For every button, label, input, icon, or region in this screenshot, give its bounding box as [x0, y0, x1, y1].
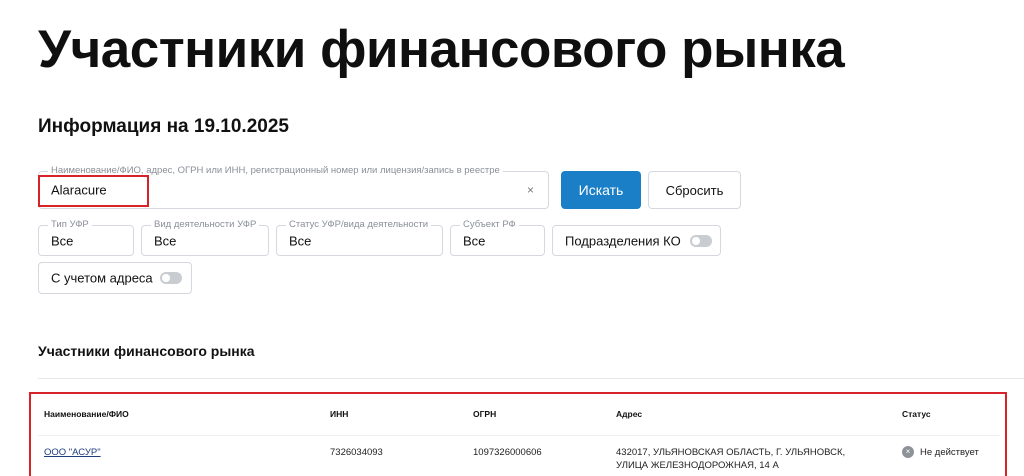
- toggle-subdivisions[interactable]: Подразделения КО: [552, 225, 721, 256]
- filter-status-value: Все: [289, 233, 312, 248]
- filter-status-legend: Статус УФР/вида деятельности: [286, 218, 432, 232]
- filter-activity-type-legend: Вид деятельности УФР: [151, 218, 260, 232]
- toggle-switch[interactable]: [160, 272, 182, 284]
- filter-ufr-type-legend: Тип УФР: [48, 218, 92, 232]
- status-inactive-icon: ×: [902, 446, 914, 458]
- result-ogrn: 1097326000606: [473, 447, 542, 458]
- column-header-inn[interactable]: ИНН: [330, 409, 348, 419]
- reset-button[interactable]: Сбросить: [648, 171, 741, 209]
- column-header-name[interactable]: Наименование/ФИО: [44, 409, 129, 419]
- filter-activity-type[interactable]: Вид деятельности УФР Все: [141, 218, 269, 256]
- search-button[interactable]: Искать: [561, 171, 641, 209]
- table-row-divider: [38, 435, 1000, 436]
- filter-activity-type-value: Все: [154, 233, 177, 248]
- result-status: Не действует: [920, 447, 979, 458]
- filter-region-legend: Субъект РФ: [460, 218, 519, 232]
- search-input-legend: Наименование/ФИО, адрес, ОГРН или ИНН, р…: [48, 164, 503, 178]
- result-name-link[interactable]: ООО "АСУР": [44, 446, 101, 460]
- results-section-title: Участники финансового рынка: [38, 343, 255, 359]
- column-header-status[interactable]: Статус: [902, 409, 931, 419]
- result-address-line2: УЛИЦА ЖЕЛЕЗНОДОРОЖНАЯ, 14 А: [616, 460, 779, 471]
- clear-icon[interactable]: ×: [527, 183, 534, 197]
- results-table: [29, 392, 1007, 476]
- result-address-line1: 432017, УЛЬЯНОВСКАЯ ОБЛАСТЬ, Г. УЛЬЯНОВС…: [616, 447, 846, 458]
- column-header-ogrn[interactable]: ОГРН: [473, 409, 496, 419]
- section-divider: [38, 378, 1024, 379]
- toggle-subdivisions-label: Подразделения КО: [565, 233, 681, 248]
- column-header-address[interactable]: Адрес: [616, 409, 642, 419]
- toggle-with-address-label: С учетом адреса: [51, 270, 153, 286]
- filter-status[interactable]: Статус УФР/вида деятельности Все: [276, 218, 443, 256]
- filter-ufr-type-value: Все: [51, 233, 74, 248]
- page-title: Участники финансового рынка: [38, 20, 845, 79]
- toggle-switch[interactable]: [690, 234, 712, 247]
- result-inn: 7326034093: [330, 447, 383, 458]
- search-input[interactable]: Наименование/ФИО, адрес, ОГРН или ИНН, р…: [38, 164, 549, 209]
- filter-region[interactable]: Субъект РФ Все: [450, 218, 545, 256]
- info-date-heading: Информация на 19.10.2025: [38, 116, 289, 137]
- search-input-value[interactable]: Alaracure: [51, 183, 107, 198]
- toggle-with-address[interactable]: С учетом адреса: [38, 262, 192, 294]
- filter-region-value: Все: [463, 233, 486, 248]
- filter-ufr-type[interactable]: Тип УФР Все: [38, 218, 134, 256]
